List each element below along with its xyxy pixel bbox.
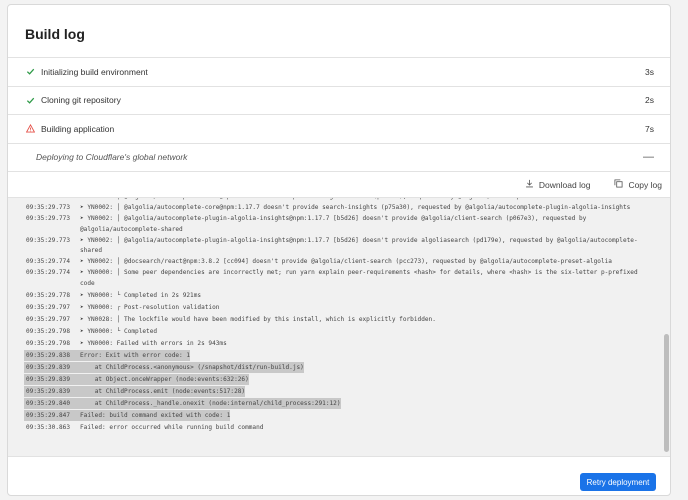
- log-scrollbar[interactable]: [663, 198, 670, 456]
- page-title: Build log: [25, 26, 85, 42]
- log-line: 09:35:29.773 ➤ YN0002: │ @algolia/autocom…: [24, 214, 654, 235]
- log-line: 09:35:29.847 Failed: build command exited…: [24, 409, 654, 421]
- log-timestamp: 09:35:29.798: [26, 327, 71, 335]
- retry-deployment-button[interactable]: Retry deployment: [580, 473, 656, 491]
- log-line: 09:35:29.839 at ChildProcess.emit (node:…: [24, 385, 654, 397]
- download-icon: [525, 179, 534, 190]
- log-timestamp: 09:35:29.774: [26, 258, 71, 265]
- log-timestamp: 09:35:29.839: [24, 385, 74, 397]
- step-duration: 2s: [645, 95, 654, 106]
- log-message: ➤ YN0002: │ @algolia/autocomplete-core@n…: [80, 204, 631, 211]
- copy-log-label: Copy log: [628, 179, 662, 190]
- log-line: 09:35:29.774 ➤ YN0000: │ Some peer depend…: [24, 268, 654, 289]
- step-label: Deploying to Cloudflare's global network: [36, 152, 188, 163]
- log-timestamp: 09:35:29.773: [26, 236, 71, 244]
- log-message: Failed: build command exited with code: …: [74, 409, 231, 421]
- log-message: ➤ YN0002: │ @algolia/autocomplete-plugin…: [80, 215, 590, 233]
- log-line: 09:35:29.840 at ChildProcess._handle.one…: [24, 397, 654, 409]
- copy-log-button[interactable]: Copy log: [614, 179, 662, 190]
- log-toolbar: Download log Copy log: [8, 171, 670, 197]
- log-line: 09:35:29.774 ➤ YN0002: │ @docsearch/react…: [24, 257, 654, 268]
- download-log-button[interactable]: Download log: [525, 179, 591, 190]
- log-message: ➤ YN0002: │ @algolia/autocomplete-plugin…: [80, 236, 638, 255]
- log-line: 09:35:29.798 ➤ YN0000: Failed with errors…: [24, 338, 654, 350]
- log-message: ➤ YN0000: └ Completed: [80, 327, 158, 335]
- log-line: 09:35:29.773 ➤ YN0002: │ @algolia/autocom…: [24, 203, 654, 214]
- log-line: 09:35:29.839 at Object.onceWrapper (node…: [24, 373, 654, 385]
- log-timestamp: 09:35:29.778: [26, 291, 71, 299]
- log-message: at ChildProcess.<anonymous> (/snapshot/d…: [74, 361, 304, 373]
- check-icon: [24, 67, 36, 76]
- step-label: Initializing build environment: [41, 66, 148, 77]
- log-message: at ChildProcess._handle.onexit (node:int…: [74, 397, 341, 409]
- step-label: Cloning git repository: [41, 95, 121, 106]
- warning-icon: [24, 124, 36, 133]
- log-message: Error: Exit with error code: 1: [74, 349, 191, 361]
- log-message: ➤ YN0000: └ Completed in 2s 921ms: [80, 291, 202, 299]
- log-line: 09:35:29.838 Error: Exit with error code:…: [24, 349, 654, 361]
- step-label: Building application: [41, 123, 115, 134]
- log-timestamp: 09:35:29.797: [26, 303, 71, 311]
- log-timestamp: 09:35:29.838: [24, 349, 74, 361]
- download-log-label: Download log: [538, 179, 591, 190]
- log-line: 09:35:30.863 Failed: error occurred while…: [24, 422, 654, 434]
- log-message: at Object.onceWrapper (node:events:632:2…: [74, 373, 249, 385]
- step-duration: 7s: [645, 123, 654, 134]
- log-message: at ChildProcess.emit (node:events:517:28…: [74, 385, 246, 397]
- step-deploying[interactable]: Deploying to Cloudflare's global network…: [8, 142, 670, 172]
- scrollbar-thumb[interactable]: [664, 334, 669, 452]
- step-duration: —: [643, 151, 654, 164]
- log-timestamp: 09:35:29.773: [26, 204, 71, 211]
- log-timestamp: 09:35:29.797: [26, 315, 71, 323]
- build-log-panel: Build log Initializing build environment…: [7, 4, 671, 496]
- log-message: ➤ YN0002: │ @algolia/autocomplete-core@n…: [74, 198, 654, 203]
- log-output[interactable]: 09:35:29.773 ➤ YN0002: │ @algolia/autocom…: [8, 197, 670, 457]
- check-icon: [24, 96, 36, 105]
- log-timestamp: 09:35:29.839: [24, 373, 74, 385]
- log-line: 09:35:29.839 at ChildProcess.<anonymous>…: [24, 361, 654, 373]
- log-message: ➤ YN0028: │ The lockfile would have been…: [80, 315, 436, 323]
- log-message: ➤ YN0000: │ Some peer dependencies are i…: [80, 269, 642, 287]
- log-line: 09:35:29.773➤ YN0002: │ @algolia/autocom…: [24, 198, 654, 203]
- step-initializing[interactable]: Initializing build environment 3s: [8, 57, 670, 86]
- step-building[interactable]: Building application 7s: [8, 114, 670, 143]
- log-message: ➤ YN0000: Failed with errors in 2s 943ms: [80, 339, 227, 347]
- step-cloning[interactable]: Cloning git repository 2s: [8, 85, 670, 115]
- log-message: ➤ YN0000: ┌ Post-resolution validation: [80, 303, 220, 311]
- log-line: 09:35:29.797 ➤ YN0028: │ The lockfile wou…: [24, 314, 654, 326]
- log-timestamp: 09:35:29.773: [26, 215, 71, 222]
- log-line: 09:35:29.797 ➤ YN0000: ┌ Post-resolution …: [24, 302, 654, 314]
- log-timestamp: 09:35:30.863: [26, 423, 71, 431]
- log-message: Failed: error occurred while running bui…: [80, 423, 264, 431]
- log-line: 09:35:29.773 ➤ YN0002: │ @algolia/autocom…: [24, 236, 654, 257]
- log-lines: 09:35:29.773 ➤ YN0002: │ @algolia/autocom…: [24, 198, 654, 434]
- log-timestamp: 09:35:29.847: [24, 409, 74, 421]
- build-steps: Initializing build environment 3s Clonin…: [8, 57, 670, 171]
- log-message: ➤ YN0002: │ @docsearch/react@npm:3.8.2 […: [80, 258, 612, 265]
- log-timestamp: 09:35:29.798: [26, 339, 71, 347]
- step-duration: 3s: [645, 66, 654, 77]
- log-timestamp: 09:35:29.839: [24, 361, 74, 373]
- copy-icon: [614, 179, 623, 190]
- log-timestamp: 09:35:29.774: [26, 269, 71, 276]
- log-timestamp: 09:35:29.773: [24, 198, 74, 203]
- log-line: 09:35:29.798 ➤ YN0000: └ Completed: [24, 326, 654, 338]
- log-line: 09:35:29.778 ➤ YN0000: └ Completed in 2s …: [24, 290, 654, 302]
- log-timestamp: 09:35:29.840: [24, 397, 74, 409]
